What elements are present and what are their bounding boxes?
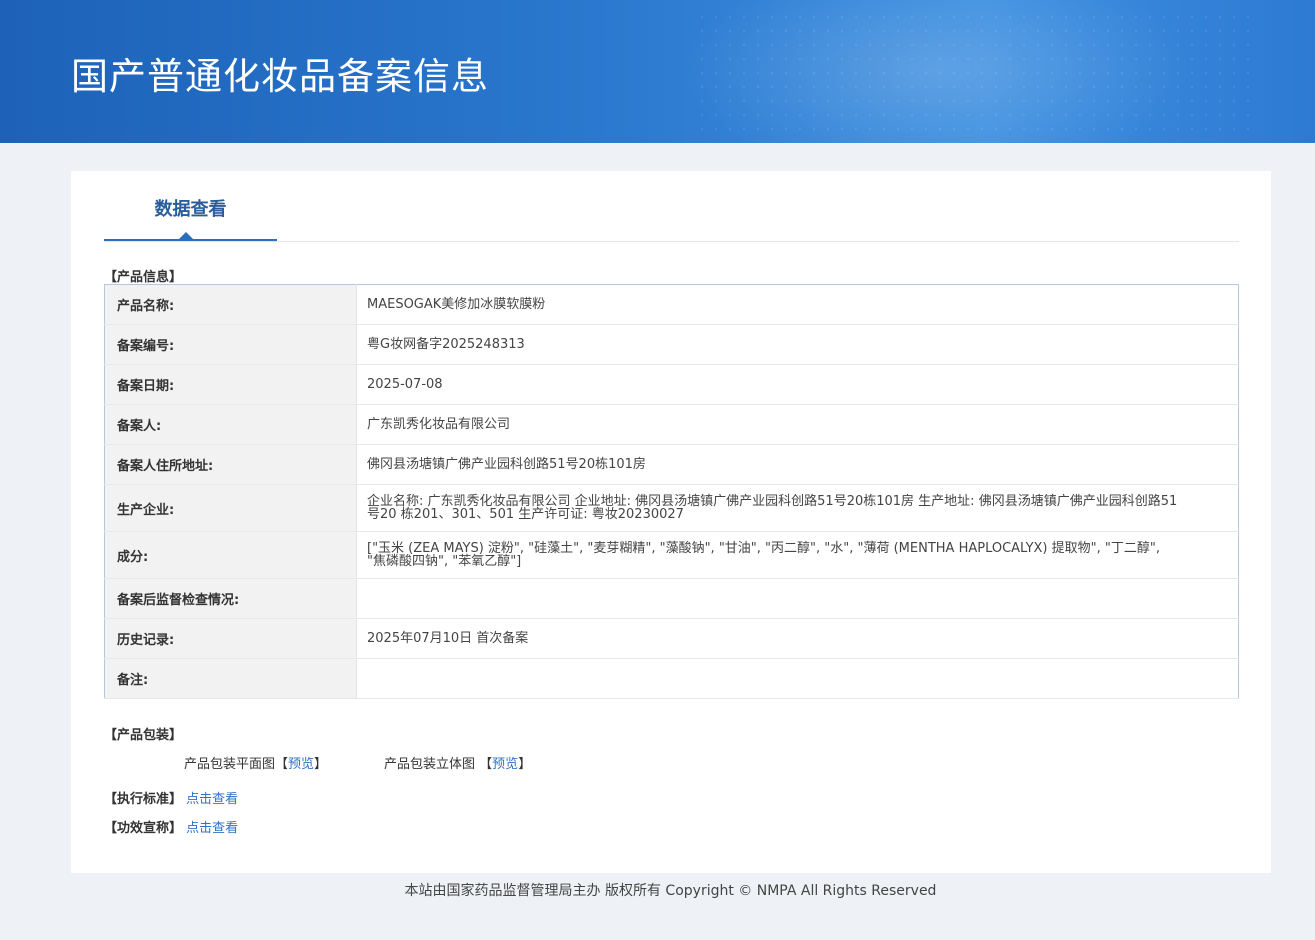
banner-dots-decoration [695,10,1255,140]
packaging-solid-preview-link[interactable]: 预览 [492,757,518,772]
tab-data-view-label: 数据查看 [154,199,227,220]
table-row-product-name: 产品名称: MAESOGAK美修加冰膜软膜粉 [104,284,1239,325]
row-label: 备案日期: [104,364,357,405]
packaging-solid-label: 产品包装立体图 [384,757,476,772]
row-value: MAESOGAK美修加冰膜软膜粉 [356,284,1239,325]
bracket-open: 【 [479,757,493,772]
table-row-manufacturer: 生产企业: 企业名称: 广东凯秀化妆品有限公司 企业地址: 佛冈县汤塘镇广佛产业… [104,484,1239,532]
row-value: 2025-07-08 [356,364,1239,405]
content-card: 数据查看 【产品信息】 产品名称: MAESOGAK美修加冰膜软膜粉 备案编号:… [71,171,1271,873]
tab-data-view[interactable]: 数据查看 [104,171,277,241]
row-label: 产品名称: [104,284,357,325]
table-row-history: 历史记录: 2025年07月10日 首次备案 [104,618,1239,659]
row-value: 企业名称: 广东凯秀化妆品有限公司 企业地址: 佛冈县汤塘镇广佛产业园科创路51… [356,484,1239,532]
row-value: 佛冈县汤塘镇广佛产业园科创路51号20栋101房 [356,444,1239,485]
table-row-record-date: 备案日期: 2025-07-08 [104,364,1239,405]
bracket-open: 【 [275,757,289,772]
table-row-ingredients: 成分: ["玉米 (ZEA MAYS) 淀粉", "硅藻土", "麦芽糊精", … [104,531,1239,579]
table-row-registrant-address: 备案人住所地址: 佛冈县汤塘镇广佛产业园科创路51号20栋101房 [104,444,1239,485]
table-row-remarks: 备注: [104,658,1239,699]
table-row-record-number: 备案编号: 粤G妆网备字2025248313 [104,324,1239,365]
packaging-section-label: 【产品包装】 [104,728,183,743]
row-label: 备案后监督检查情况: [104,578,357,619]
row-label: 备注: [104,658,357,699]
standard-view-link[interactable]: 点击查看 [186,792,238,807]
efficacy-view-link[interactable]: 点击查看 [186,821,238,836]
row-label: 生产企业: [104,484,357,532]
packaging-flat-row: 产品包装平面图【预览】 [184,753,327,772]
bracket-close: 】 [518,757,532,772]
row-value [356,578,1239,619]
row-label: 备案人: [104,404,357,445]
footer-copyright: 本站由国家药品监督管理局主办 版权所有 Copyright © NMPA All… [404,883,937,899]
efficacy-label: 【功效宣称】 [104,821,183,836]
row-value: 粤G妆网备字2025248313 [356,324,1239,365]
packaging-flat-label: 产品包装平面图 [184,757,276,772]
tab-bar: 数据查看 [104,171,1239,242]
packaging-solid-row: 产品包装立体图 【预览】 [384,753,531,772]
product-info-table: 产品名称: MAESOGAK美修加冰膜软膜粉 备案编号: 粤G妆网备字20252… [104,284,1239,699]
row-value: ["玉米 (ZEA MAYS) 淀粉", "硅藻土", "麦芽糊精", "藻酸钠… [356,531,1239,579]
tab-active-caret-icon [179,232,193,239]
bracket-close: 】 [314,757,328,772]
efficacy-row: 【功效宣称】 点击查看 [104,817,238,836]
table-row-inspection: 备案后监督检查情况: [104,578,1239,619]
header-banner: 国产普通化妆品备案信息 [0,0,1315,143]
row-value [356,658,1239,699]
row-label: 历史记录: [104,618,357,659]
row-label: 成分: [104,531,357,579]
row-value: 2025年07月10日 首次备案 [356,618,1239,659]
table-row-registrant: 备案人: 广东凯秀化妆品有限公司 [104,404,1239,445]
row-label: 备案人住所地址: [104,444,357,485]
row-label: 备案编号: [104,324,357,365]
packaging-flat-preview-link[interactable]: 预览 [288,757,314,772]
product-info-section-label: 【产品信息】 [104,270,183,285]
standard-label: 【执行标准】 [104,792,183,807]
row-value: 广东凯秀化妆品有限公司 [356,404,1239,445]
page-title: 国产普通化妆品备案信息 [71,55,489,98]
standard-row: 【执行标准】 点击查看 [104,788,238,807]
